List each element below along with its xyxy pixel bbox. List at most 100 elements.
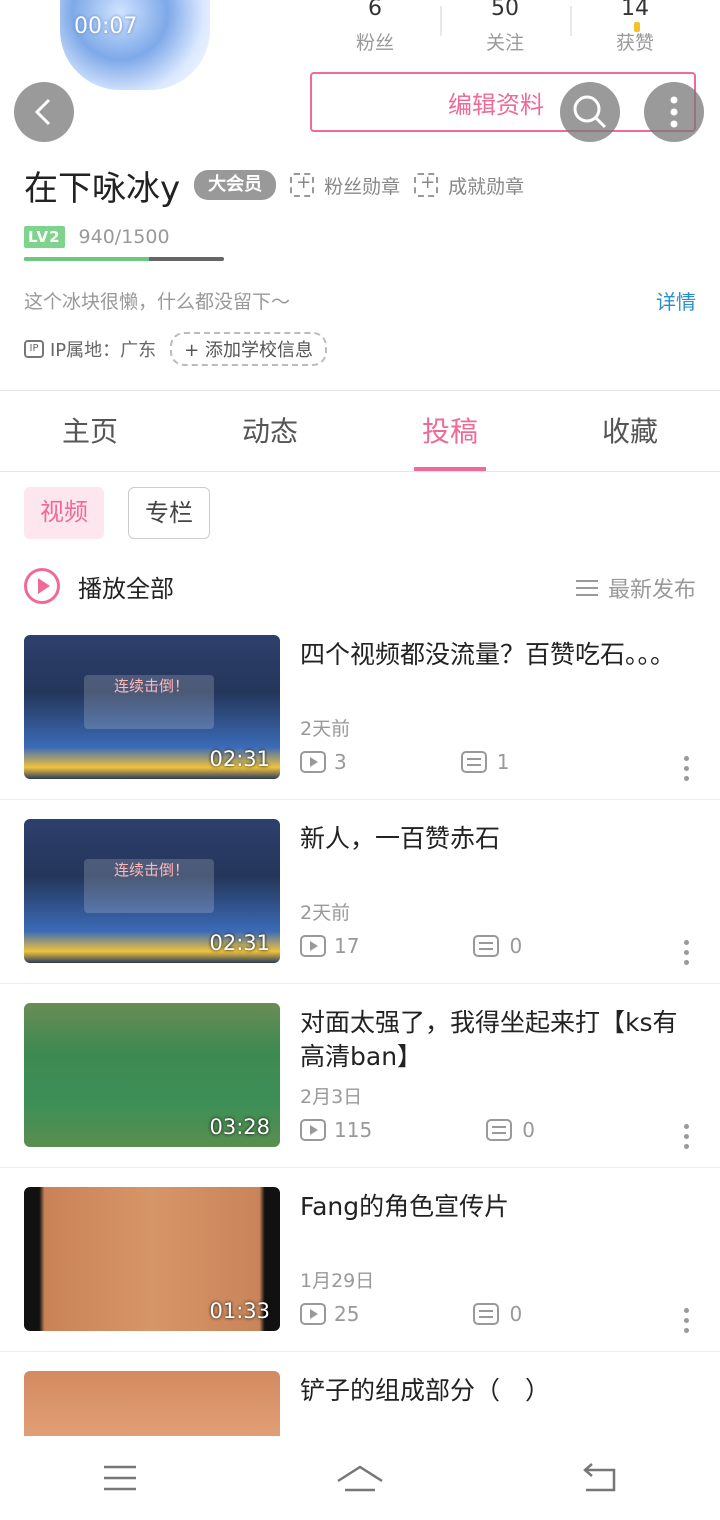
tab-home[interactable]: 主页 xyxy=(0,392,180,471)
video-title[interactable]: 对面太强了，我得坐起来打【ks有高清ban】 xyxy=(300,1006,700,1074)
fan-medal-label: 粉丝勋章 xyxy=(324,175,401,198)
comment-icon xyxy=(460,751,487,773)
subtab-videos[interactable]: 视频 xyxy=(24,487,104,539)
menu-icon xyxy=(104,1465,136,1491)
video-item[interactable]: 连续击倒！ 02:31 新人，一百赞赤石 2天前 17 0 xyxy=(0,800,720,984)
video-duration: 02:31 xyxy=(209,747,270,771)
add-school-label: 添加学校信息 xyxy=(204,340,313,361)
add-medal-icon xyxy=(414,172,439,197)
video-item[interactable]: 03:28 对面太强了，我得坐起来打【ks有高清ban】 2月3日 115 0 xyxy=(0,984,720,1168)
video-meta: 115 0 xyxy=(300,1118,535,1142)
ip-location: IP属地：广东 xyxy=(50,340,157,361)
play-count: 115 xyxy=(334,1118,373,1142)
play-count: 17 xyxy=(334,934,360,958)
tab-submissions[interactable]: 投稿 xyxy=(360,392,540,471)
add-medal-icon xyxy=(290,172,315,197)
return-button[interactable] xyxy=(570,1453,630,1503)
comment-icon xyxy=(473,1303,500,1325)
video-thumbnail[interactable] xyxy=(24,1371,280,1441)
video-title[interactable]: 铲子的组成部分（ ） xyxy=(300,1374,700,1408)
fan-medal[interactable]: 粉丝勋章 xyxy=(290,172,400,199)
back-arrow-icon xyxy=(34,98,51,126)
exp-text: 940/1500 xyxy=(78,226,170,248)
tab-favorites[interactable]: 收藏 xyxy=(540,392,720,471)
back-button[interactable] xyxy=(14,82,74,142)
username: 在下咏冰y xyxy=(24,168,181,209)
stat-label: 获赞 xyxy=(615,32,654,54)
video-duration: 01:33 xyxy=(209,1299,270,1323)
video-thumbnail[interactable]: 03:28 xyxy=(24,1003,280,1147)
play-count: 25 xyxy=(334,1302,360,1326)
video-meta: 3 1 xyxy=(300,750,509,774)
home-icon xyxy=(337,1465,383,1492)
video-title[interactable]: Fang的角色宣传片 xyxy=(300,1190,700,1224)
return-icon xyxy=(583,1463,616,1492)
detail-link[interactable]: 详情 xyxy=(656,286,696,315)
achievement-medal-label: 成就勋章 xyxy=(448,175,525,198)
menu-button[interactable] xyxy=(90,1453,150,1503)
edit-profile-label: 编辑资料 xyxy=(448,90,544,119)
level-badge: LV2 xyxy=(24,226,65,248)
comment-count: 1 xyxy=(496,750,510,774)
tab-dynamics[interactable]: 动态 xyxy=(180,392,360,471)
more-vertical-icon xyxy=(670,96,678,128)
sort-button[interactable]: 最新发布 xyxy=(575,572,696,604)
stat-label: 关注 xyxy=(485,32,524,54)
video-more-button[interactable] xyxy=(684,756,690,782)
play-circle-icon xyxy=(24,568,60,604)
video-duration: 02:31 xyxy=(209,931,270,955)
video-item[interactable]: 01:33 Fang的角色宣传片 1月29日 25 0 xyxy=(0,1168,720,1352)
stat-value: 50 xyxy=(491,0,519,21)
avatar-timestamp: 00:07 xyxy=(74,14,138,39)
thumbnail-caption: 连续击倒！ xyxy=(114,677,190,695)
play-count-icon xyxy=(300,1303,326,1325)
video-title[interactable]: 四个视频都没流量？百赞吃石。。。 xyxy=(300,638,700,672)
play-count: 3 xyxy=(334,750,347,774)
play-all-button[interactable]: 播放全部 xyxy=(24,568,174,604)
play-count-icon xyxy=(300,1119,326,1141)
video-more-button[interactable] xyxy=(684,1124,690,1150)
stats-bar: 6 粉丝 50 关注 14 获赞 xyxy=(310,0,700,60)
video-thumbnail[interactable]: 连续击倒！ 02:31 xyxy=(24,819,280,963)
exp-bar xyxy=(24,257,224,261)
video-thumbnail[interactable]: 连续击倒！ 02:31 xyxy=(24,635,280,779)
video-date: 2天前 xyxy=(300,902,351,924)
video-list: 连续击倒！ 02:31 四个视频都没流量？百赞吃石。。。 2天前 3 1 连续击… xyxy=(0,616,720,1520)
signature-row: 这个冰块很懒，什么都没留下～ 详情 xyxy=(24,286,696,315)
edit-profile-button[interactable]: 编辑资料 xyxy=(310,72,696,132)
stat-following[interactable]: 50 关注 xyxy=(440,0,570,60)
comment-count: 0 xyxy=(509,934,523,958)
level-row[interactable]: LV2 940/1500 xyxy=(24,226,170,248)
comment-count: 0 xyxy=(522,1118,535,1142)
like-indicator-dot xyxy=(634,22,640,32)
video-date: 2月3日 xyxy=(300,1086,363,1108)
submission-subtabs: 视频 专栏 xyxy=(24,487,234,539)
video-thumbnail[interactable]: 01:33 xyxy=(24,1187,280,1331)
ip-icon: IP xyxy=(24,340,44,358)
home-button[interactable] xyxy=(330,1453,390,1503)
video-date: 2天前 xyxy=(300,718,351,740)
stat-fans[interactable]: 6 粉丝 xyxy=(310,0,440,60)
list-icon xyxy=(575,580,598,596)
name-row: 在下咏冰y 大会员 粉丝勋章 成就勋章 xyxy=(24,160,524,210)
video-duration: 03:28 xyxy=(209,1115,270,1139)
video-item[interactable]: 连续击倒！ 02:31 四个视频都没流量？百赞吃石。。。 2天前 3 1 xyxy=(0,616,720,800)
video-more-button[interactable] xyxy=(684,940,690,966)
video-title[interactable]: 新人，一百赞赤石 xyxy=(300,822,700,856)
subtab-articles[interactable]: 专栏 xyxy=(128,487,210,539)
more-button[interactable] xyxy=(644,82,704,142)
comment-count: 0 xyxy=(509,1302,523,1326)
achievement-medal[interactable]: 成就勋章 xyxy=(414,172,524,199)
video-date: 1月29日 xyxy=(300,1270,375,1292)
add-school-button[interactable]: + 添加学校信息 xyxy=(170,332,327,366)
exp-bar-fill xyxy=(24,257,150,261)
profile-page: 00:07 6 粉丝 50 关注 14 获赞 编辑资料 在下咏冰y 大会员 粉丝… xyxy=(0,0,720,1520)
video-more-button[interactable] xyxy=(684,1308,690,1334)
stat-label: 粉丝 xyxy=(355,32,394,54)
search-button[interactable] xyxy=(560,82,620,142)
signature: 这个冰块很懒，什么都没留下～ xyxy=(24,291,291,313)
ip-row: IP IP属地：广东 + 添加学校信息 xyxy=(24,332,327,366)
divider xyxy=(0,390,720,391)
play-count-icon xyxy=(300,935,326,957)
vip-badge[interactable]: 大会员 xyxy=(194,170,277,200)
